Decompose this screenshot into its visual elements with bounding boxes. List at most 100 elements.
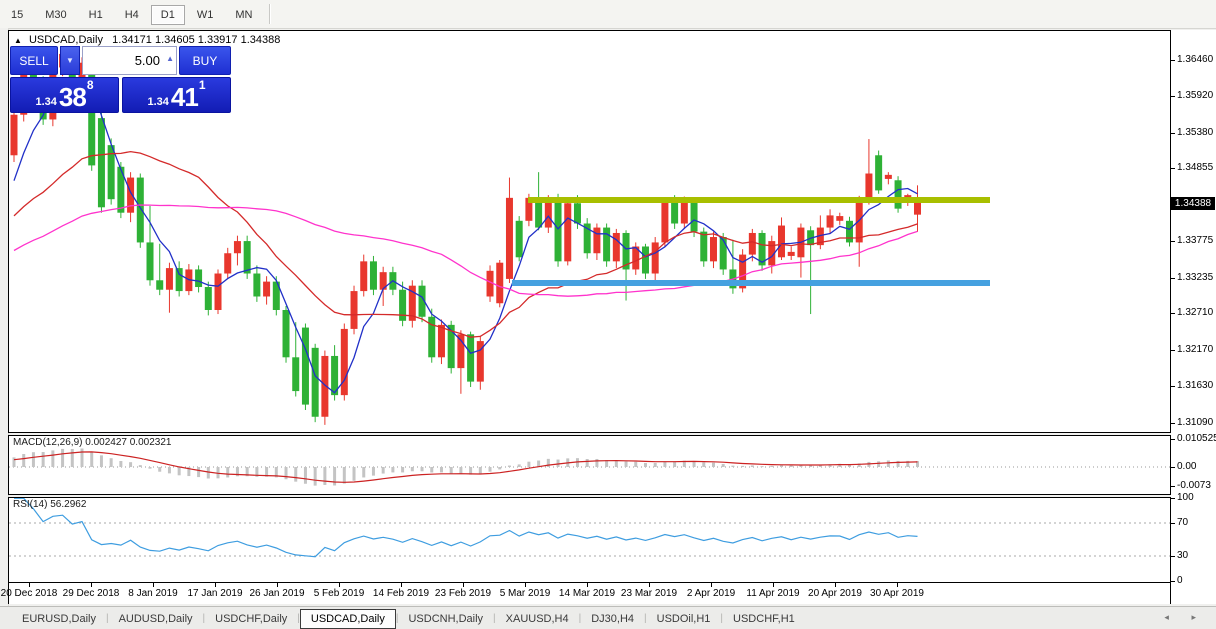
price-tick-label: 1.35920 — [1177, 90, 1213, 101]
axis-tick-mark — [1171, 133, 1175, 134]
tab-scroll-left-icon[interactable]: ◂ — [1164, 612, 1179, 622]
price-tick-label: 1.36460 — [1177, 54, 1213, 65]
price-tick-label: 1.32710 — [1177, 307, 1213, 318]
chart-title: ▲ USDCAD,Daily 1.34171 1.34605 1.33917 1… — [14, 34, 280, 46]
axis-tick-mark — [1171, 278, 1175, 279]
date-tick-label: 20 Apr 2019 — [808, 588, 862, 599]
date-tick-label: 20 Dec 2018 — [1, 588, 58, 599]
date-tick-mark — [835, 583, 836, 587]
buy-price-prefix: 1.34 — [147, 95, 168, 109]
symbol-tab-eurusd[interactable]: EURUSD,Daily — [12, 610, 106, 628]
chart-symbol-label: USDCAD,Daily — [29, 34, 103, 46]
rsi-chart[interactable] — [9, 498, 1170, 582]
sell-price-box[interactable]: 1.34 38 8 — [10, 77, 119, 113]
date-tick-label: 5 Mar 2019 — [500, 588, 551, 599]
date-tick-mark — [153, 583, 154, 587]
date-tick-mark — [897, 583, 898, 587]
axis-tick-mark — [1171, 581, 1175, 582]
axis-tick-mark — [1171, 498, 1175, 499]
volume-field-box: ▲ — [82, 46, 177, 75]
axis-tick-mark — [1171, 423, 1175, 424]
symbol-tab-usdchf[interactable]: USDCHF,Daily — [205, 610, 297, 628]
macd-chart[interactable] — [9, 436, 1170, 494]
volume-up-icon[interactable]: ▲ — [166, 54, 174, 63]
buy-price-main: 41 — [171, 85, 198, 109]
rsi-tick-label: 100 — [1177, 492, 1194, 503]
toolbar-separator — [269, 4, 271, 24]
date-axis[interactable]: 20 Dec 201829 Dec 20188 Jan 201917 Jan 2… — [8, 583, 1171, 604]
axis-tick-mark — [1171, 467, 1175, 468]
price-tick-label: 1.32170 — [1177, 344, 1213, 355]
date-tick-mark — [277, 583, 278, 587]
symbol-tab-xauusd[interactable]: XAUUSD,H4 — [496, 610, 579, 628]
symbol-tab-audusd[interactable]: AUDUSD,Daily — [109, 610, 203, 628]
sell-price-pip: 8 — [87, 80, 94, 90]
date-tick-mark — [463, 583, 464, 587]
one-click-trading-widget: SELL ▼ ▲ BUY 1.34 38 8 1.34 41 1 — [10, 46, 231, 113]
date-tick-mark — [525, 583, 526, 587]
rsi-tick-label: 70 — [1177, 517, 1188, 528]
timeframe-button-w1[interactable]: W1 — [187, 5, 224, 25]
date-tick-label: 14 Feb 2019 — [373, 588, 429, 599]
timeframe-button-mn[interactable]: MN — [225, 5, 262, 25]
symbol-tab-dj30[interactable]: DJ30,H4 — [581, 610, 644, 628]
macd-panel[interactable] — [8, 435, 1171, 495]
date-tick-mark — [711, 583, 712, 587]
volume-dropdown-button[interactable]: ▼ — [60, 46, 80, 75]
mt4-window: 15M30H1H4D1W1MN ▲ USDCAD,Daily 1.34171 1… — [0, 0, 1216, 629]
buy-price-box[interactable]: 1.34 41 1 — [122, 77, 231, 113]
rsi-panel[interactable] — [8, 497, 1171, 583]
symbol-tab-usdoil[interactable]: USDOil,H1 — [647, 610, 721, 628]
axis-tick-mark — [1171, 556, 1175, 557]
axis-tick-mark — [1171, 350, 1175, 351]
date-tick-mark — [29, 583, 30, 587]
axis-tick-mark — [1171, 168, 1175, 169]
axis-tick-mark — [1171, 439, 1175, 440]
symbol-tabs: EURUSD,Daily|AUDUSD,Daily|USDCHF,Daily|U… — [12, 609, 805, 629]
macd-tick-label: 0.00 — [1177, 461, 1196, 472]
rsi-tick-label: 0 — [1177, 575, 1183, 586]
symbol-tab-usdchf[interactable]: USDCHF,H1 — [723, 610, 805, 628]
timeframe-buttons: 15M30H1H4D1W1MN — [0, 5, 263, 23]
buy-price-pip: 1 — [199, 80, 206, 90]
price-tick-label: 1.33775 — [1177, 235, 1213, 246]
sell-price-main: 38 — [59, 85, 86, 109]
date-tick-label: 5 Feb 2019 — [314, 588, 365, 599]
axis-tick-mark — [1171, 386, 1175, 387]
date-tick-mark — [649, 583, 650, 587]
price-axis[interactable]: 1.364601.359201.353801.348551.337751.332… — [1171, 30, 1216, 604]
symbol-tab-usdcnh[interactable]: USDCNH,Daily — [398, 610, 493, 628]
chart-arrow-icon[interactable]: ▲ — [14, 36, 22, 45]
symbol-tab-usdcad[interactable]: USDCAD,Daily — [300, 609, 396, 629]
axis-tick-mark — [1171, 241, 1175, 242]
price-tick-label: 1.31630 — [1177, 380, 1213, 391]
timeframe-button-15[interactable]: 15 — [1, 5, 33, 25]
date-tick-mark — [339, 583, 340, 587]
buy-button[interactable]: BUY — [179, 46, 231, 75]
date-tick-label: 2 Apr 2019 — [687, 588, 735, 599]
chart-ohlc-values: 1.34171 1.34605 1.33917 1.34388 — [112, 34, 280, 46]
timeframe-button-d1[interactable]: D1 — [151, 5, 185, 25]
date-tick-mark — [401, 583, 402, 587]
timeframe-toolbar: 15M30H1H4D1W1MN — [0, 0, 1216, 29]
axis-tick-mark — [1171, 60, 1175, 61]
timeframe-button-h1[interactable]: H1 — [79, 5, 113, 25]
price-tick-label: 1.33235 — [1177, 272, 1213, 283]
date-tick-label: 26 Jan 2019 — [249, 588, 304, 599]
date-tick-label: 11 Apr 2019 — [746, 588, 799, 599]
date-tick-label: 30 Apr 2019 — [870, 588, 924, 599]
timeframe-button-h4[interactable]: H4 — [115, 5, 149, 25]
date-tick-label: 23 Mar 2019 — [621, 588, 677, 599]
price-tick-label: 1.31090 — [1177, 417, 1213, 428]
price-tick-label: 1.34855 — [1177, 162, 1213, 173]
axis-tick-mark — [1171, 486, 1175, 487]
rsi-label: RSI(14) 56.2962 — [13, 499, 86, 510]
volume-input[interactable] — [83, 52, 176, 69]
symbol-tab-bar: EURUSD,Daily|AUDUSD,Daily|USDCHF,Daily|U… — [0, 606, 1216, 629]
tab-scroll-right-icon[interactable]: ▸ — [1191, 612, 1206, 622]
axis-tick-mark — [1171, 96, 1175, 97]
timeframe-button-m30[interactable]: M30 — [35, 5, 76, 25]
sell-button[interactable]: SELL — [10, 46, 58, 75]
sell-price-prefix: 1.34 — [35, 95, 56, 109]
axis-tick-mark — [1171, 523, 1175, 524]
